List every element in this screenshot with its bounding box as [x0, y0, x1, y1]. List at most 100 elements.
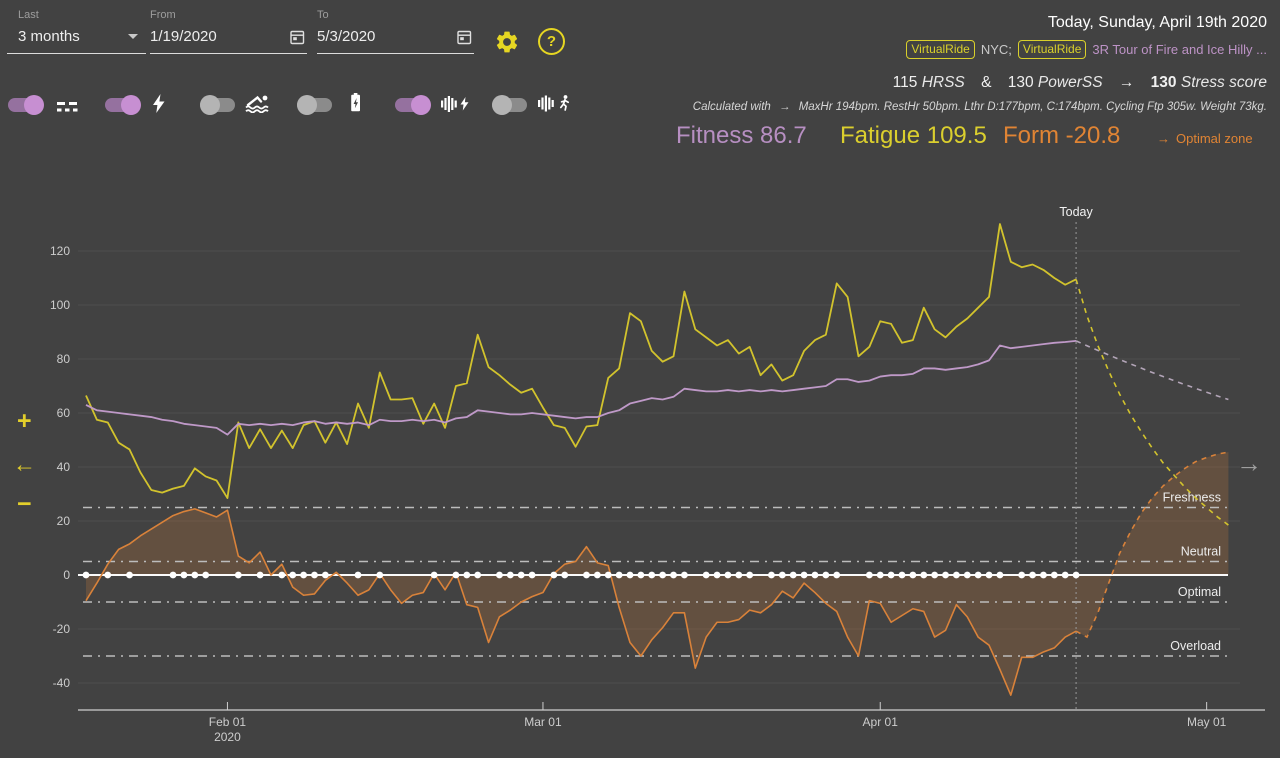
activity-dot[interactable]: [1040, 571, 1047, 579]
toggle-power-stress[interactable]: [105, 95, 143, 115]
activity-dot[interactable]: [126, 571, 133, 579]
toggle-trend-lines[interactable]: [8, 95, 46, 115]
activity-dot[interactable]: [1072, 571, 1080, 579]
y-tick-label: -40: [53, 676, 71, 690]
activity-dot[interactable]: [953, 571, 960, 579]
activity-dot[interactable]: [311, 571, 318, 579]
activity-dot[interactable]: [593, 571, 601, 579]
to-date-value: 5/3/2020: [317, 28, 376, 45]
activity-dot[interactable]: [626, 571, 634, 579]
activity-dot[interactable]: [702, 571, 710, 579]
activity-dot[interactable]: [637, 571, 645, 579]
activity-dot[interactable]: [898, 571, 906, 579]
settings-button[interactable]: [494, 29, 520, 60]
activity-dot[interactable]: [104, 571, 112, 579]
activity-dot[interactable]: [583, 571, 590, 579]
activity-dot[interactable]: [180, 571, 188, 579]
activity-dot[interactable]: [430, 571, 438, 579]
activity-dot[interactable]: [1029, 571, 1036, 579]
activity-dot[interactable]: [550, 571, 558, 579]
activity-dot[interactable]: [963, 571, 971, 579]
activity-dot[interactable]: [517, 571, 525, 579]
activity-dot[interactable]: [865, 571, 873, 579]
activity-dot[interactable]: [496, 571, 503, 579]
arrow-right-icon: →: [1157, 131, 1170, 146]
pan-left-button[interactable]: ←: [13, 453, 36, 476]
activity-dot[interactable]: [1050, 571, 1058, 579]
activity-dot[interactable]: [811, 571, 819, 579]
activity-dot[interactable]: [822, 571, 830, 579]
x-tick-label: Mar 01: [524, 715, 562, 729]
activity-dot[interactable]: [202, 571, 210, 579]
activity-dot[interactable]: [234, 571, 242, 579]
activity-dot[interactable]: [931, 571, 939, 579]
activity-dot[interactable]: [789, 571, 797, 579]
activity-dot[interactable]: [735, 571, 743, 579]
activity-type-badge[interactable]: VirtualRide: [1017, 40, 1087, 59]
activity-dot[interactable]: [800, 571, 808, 579]
from-date-field[interactable]: From 1/19/2020: [150, 9, 307, 54]
activity-dot[interactable]: [561, 571, 569, 579]
activity-dot[interactable]: [191, 571, 199, 579]
activity-dot[interactable]: [506, 571, 514, 579]
activity-dot[interactable]: [615, 571, 623, 579]
zoom-in-button[interactable]: +: [17, 409, 32, 434]
activity-dot[interactable]: [1061, 571, 1069, 579]
activity-dot[interactable]: [909, 571, 917, 579]
activity-dot[interactable]: [604, 571, 612, 579]
activity-dot[interactable]: [1018, 571, 1026, 579]
activity-dot[interactable]: [82, 571, 90, 579]
activity-dot[interactable]: [376, 571, 384, 579]
period-select[interactable]: Last 3 months: [7, 9, 146, 54]
activity-dot[interactable]: [724, 571, 732, 579]
toggle-battery-stress[interactable]: [297, 95, 335, 115]
activity-dot[interactable]: [942, 571, 949, 579]
toggle-heart-rate-stress[interactable]: [395, 95, 433, 115]
activity-dot[interactable]: [887, 571, 895, 579]
activity-dot[interactable]: [713, 571, 721, 579]
activity-dot[interactable]: [876, 571, 884, 579]
activity-dot[interactable]: [746, 571, 754, 579]
calendar-icon[interactable]: [290, 29, 305, 45]
help-button[interactable]: ?: [538, 28, 565, 55]
activity-dot[interactable]: [974, 571, 982, 579]
activity-dot[interactable]: [452, 571, 460, 579]
activity-dot[interactable]: [659, 571, 667, 579]
toggle-swim-stress[interactable]: [200, 95, 238, 115]
activity-dot[interactable]: [278, 571, 286, 579]
arrow-right-icon: →: [1118, 74, 1135, 91]
activity-dot[interactable]: [169, 571, 177, 579]
activity-dot[interactable]: [670, 571, 677, 579]
activity-type-badge[interactable]: VirtualRide: [906, 40, 975, 59]
todays-activities: VirtualRide NYC; VirtualRide 3R Tour of …: [906, 40, 1267, 59]
activity-dot[interactable]: [300, 571, 307, 579]
activity-dot[interactable]: [833, 571, 841, 579]
calendar-icon[interactable]: [457, 29, 472, 45]
activity-dot[interactable]: [778, 571, 786, 579]
y-tick-label: 0: [63, 568, 70, 582]
activity-dot[interactable]: [528, 571, 536, 579]
activity-dot[interactable]: [463, 571, 471, 579]
form-metric: Form -20.8: [1003, 122, 1120, 150]
zoom-out-button[interactable]: −: [17, 492, 32, 517]
activity-name[interactable]: NYC;: [981, 42, 1012, 57]
activity-dot[interactable]: [996, 571, 1004, 579]
activity-dot[interactable]: [256, 571, 264, 579]
zone-label-optimal: Optimal: [1178, 585, 1221, 599]
activity-dot[interactable]: [289, 571, 297, 579]
activity-dot[interactable]: [985, 571, 993, 579]
to-date-field[interactable]: To 5/3/2020: [317, 9, 474, 54]
fitness-trend-chart[interactable]: 120 100 80 60 40 20 0 -20 -40 Freshness Neutral Opt…: [0, 0, 1280, 758]
activity-dot[interactable]: [474, 571, 482, 579]
activity-name[interactable]: 3R Tour of Fire and Ice Hilly ...: [1092, 42, 1267, 57]
activity-dot[interactable]: [354, 571, 362, 579]
activity-dot[interactable]: [768, 571, 775, 579]
activity-dot[interactable]: [920, 571, 928, 579]
activity-dot[interactable]: [321, 571, 329, 579]
pan-right-button[interactable]: →: [1236, 448, 1262, 479]
toggle-running-stress[interactable]: [492, 95, 530, 115]
y-tick-label: 20: [57, 514, 71, 528]
activity-dot[interactable]: [648, 571, 656, 579]
toggle-thumb: [411, 95, 431, 115]
activity-dot[interactable]: [681, 571, 688, 579]
